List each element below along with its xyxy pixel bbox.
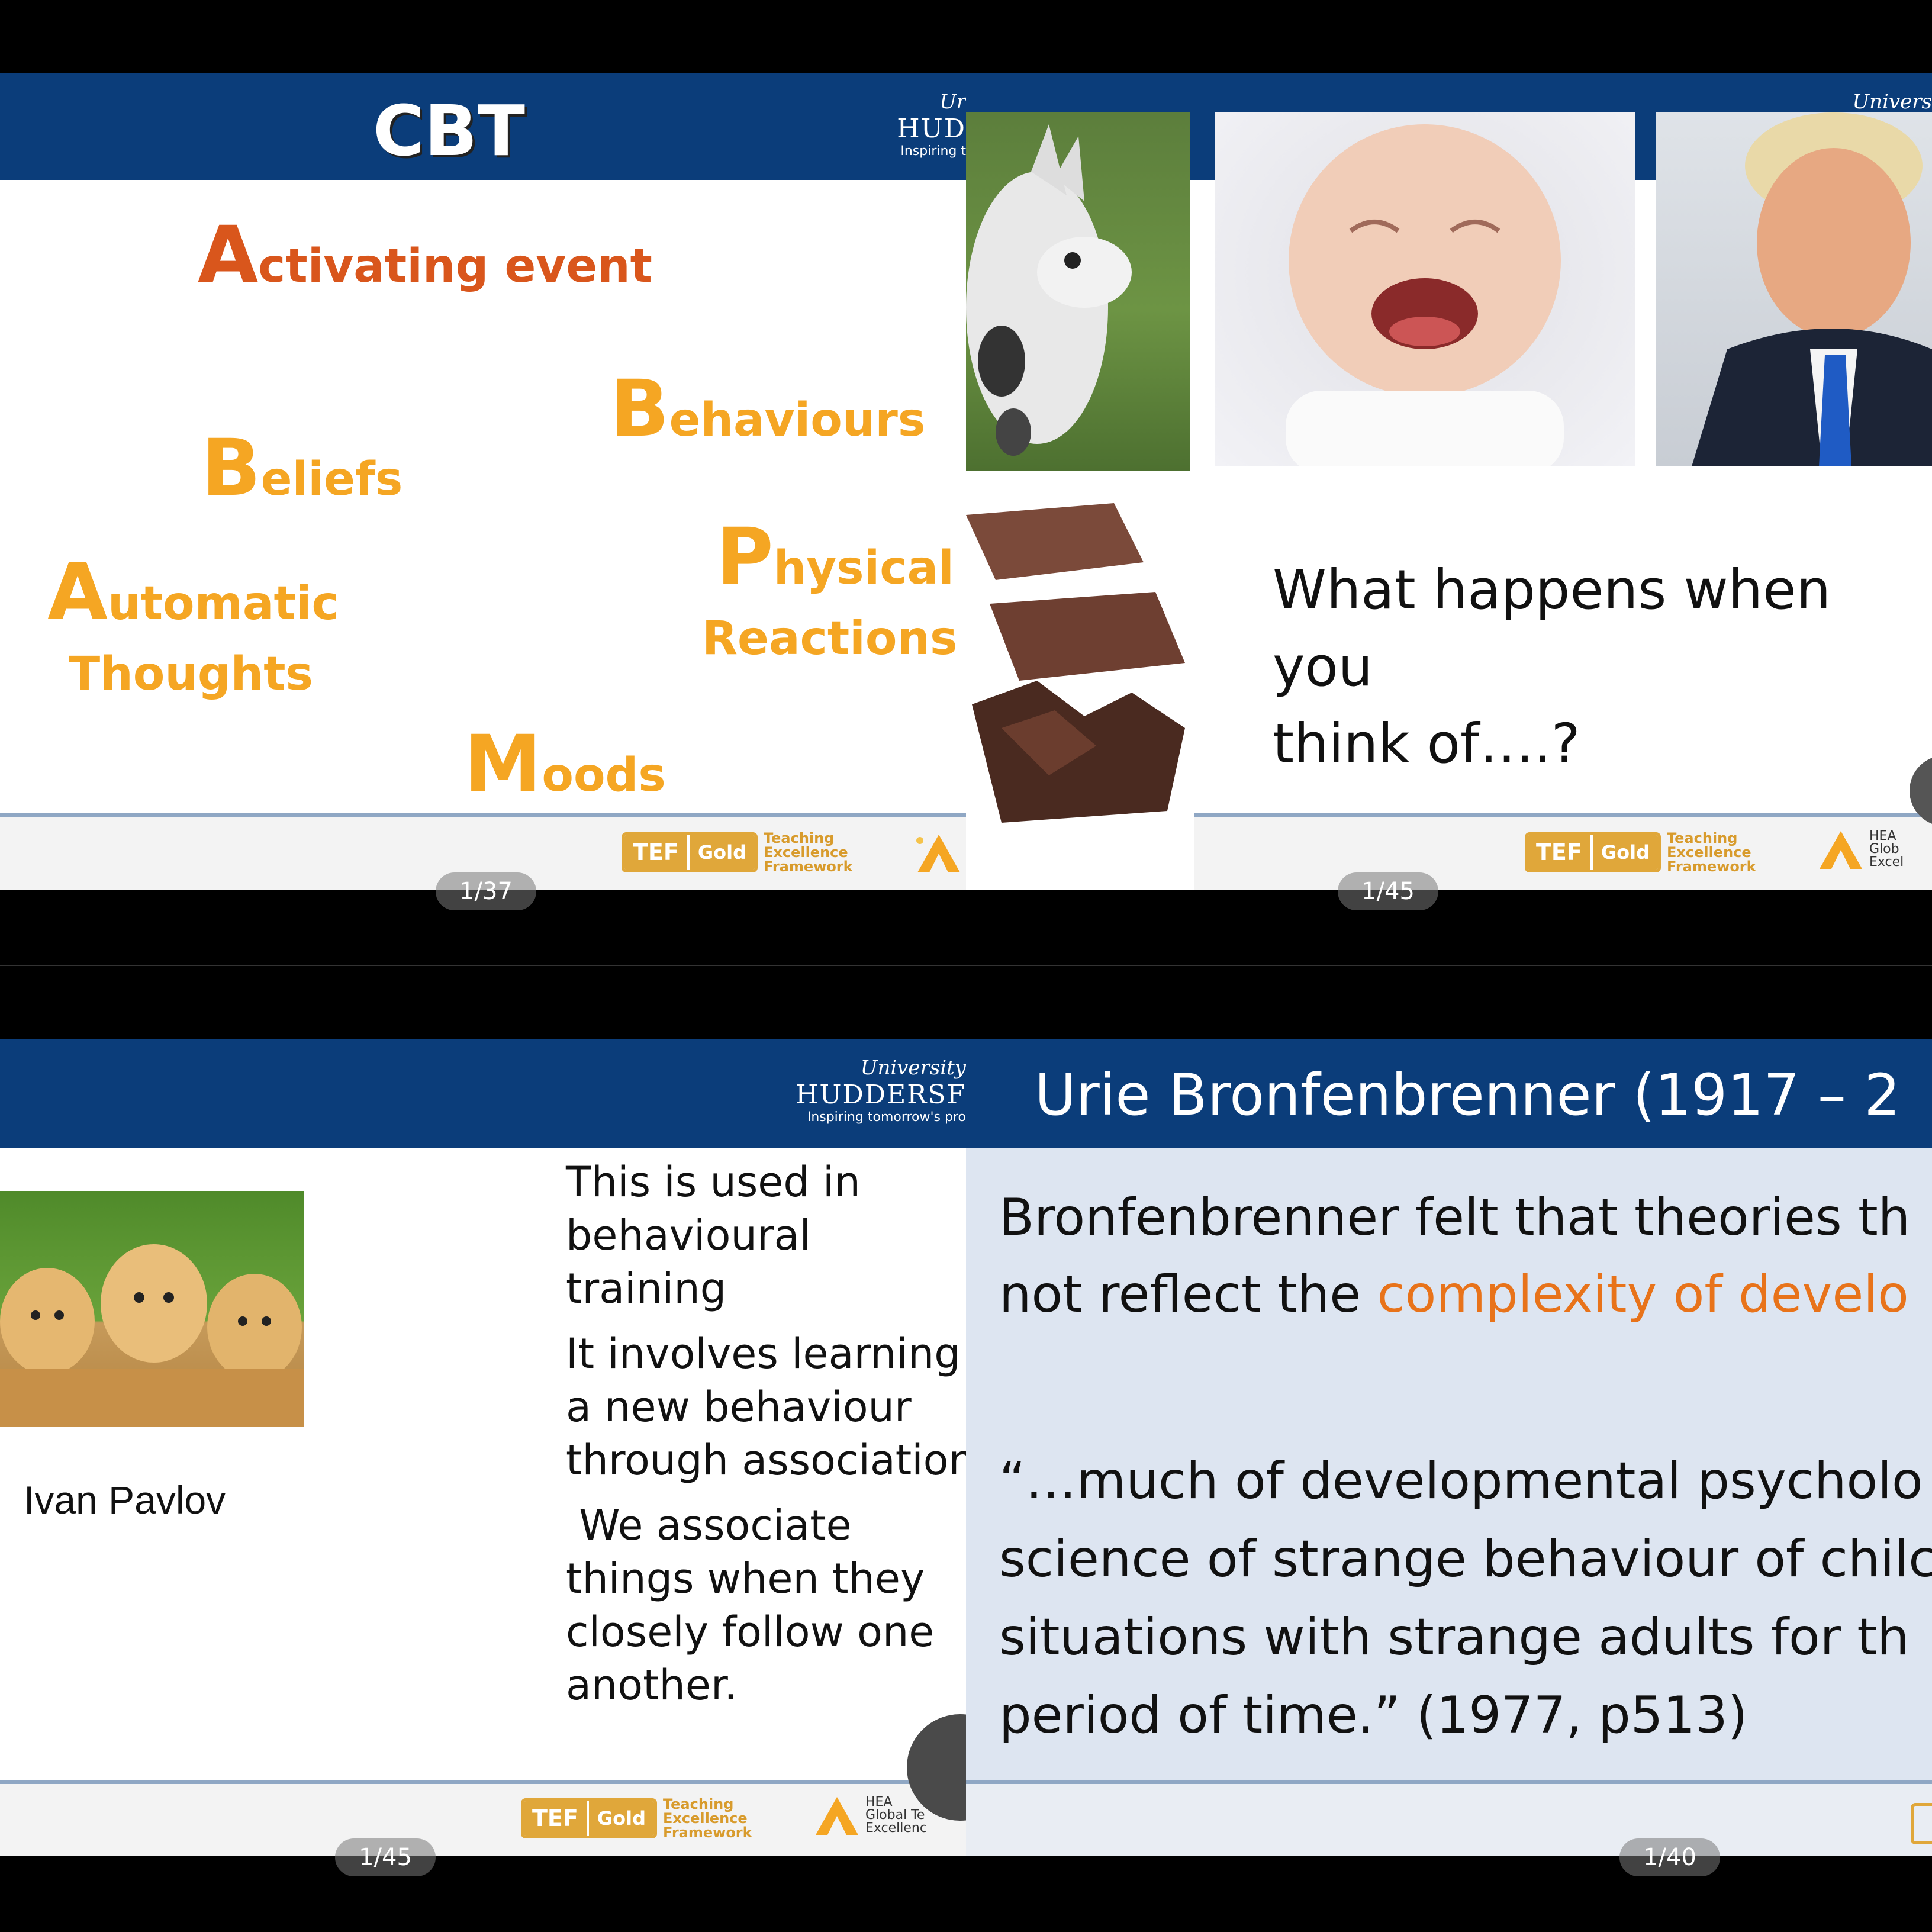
word-beliefs: Beliefs (201, 423, 403, 514)
slide-body-text: Bronfenbrenner felt that theories th not… (999, 1188, 1911, 1324)
paragraph: This is used in behavioural training (566, 1158, 861, 1313)
slide-footer (966, 1780, 1932, 1856)
word-activating-event: Activating event (198, 210, 652, 301)
word-automatic: Automatic (47, 547, 339, 638)
hea-logo (912, 832, 966, 874)
paragraph: It involves learning a new behaviour thr… (566, 1329, 966, 1485)
hea-star-icon (816, 1797, 858, 1835)
tef-gold-logo: TEF Gold Teaching Excellence Framework (622, 831, 853, 874)
slide-title: Urie Bronfenbrenner (1917 – 2 (1035, 1062, 1901, 1128)
hea-star-icon (1820, 831, 1862, 869)
slide-pavlov: University HUDDERSF Inspiring tomorrow's… (0, 1039, 966, 1856)
slide-cbt: CBT Ur HUD Inspiring t Activating event … (0, 73, 966, 890)
page-indicator: 1/45 (1338, 872, 1438, 910)
highlight-text: complexity of develo (1377, 1265, 1909, 1324)
question-text: What happens when you think of….? (1273, 558, 1831, 775)
hea-star-icon (916, 835, 960, 872)
page-indicator: 1/40 (1619, 1838, 1720, 1876)
tef-gold-logo: TEF Gold Teaching Excellence Framework (521, 1797, 752, 1840)
donkey-photo (966, 112, 1190, 471)
image-caption: Ivan Pavlov (24, 1478, 226, 1522)
hea-logo: HEA Global Te Excellenc (811, 1795, 927, 1836)
puppies-photo (0, 1191, 304, 1427)
page-indicator: 1/45 (335, 1838, 436, 1876)
tef-gold-logo: TEF Gold Teaching Excellence Framework (1525, 831, 1756, 874)
university-logo: Ur HUD Inspiring t (897, 90, 966, 159)
university-logo: Univers (1852, 90, 1932, 114)
slide-body-text: This is used in behavioural training It … (566, 1155, 966, 1712)
word-physical: Physical (716, 511, 954, 603)
slide-bronfenbrenner: Urie Bronfenbrenner (1917 – 2 Bronfenbre… (966, 1039, 1932, 1856)
divider (0, 965, 1932, 966)
slide-title: CBT (373, 90, 526, 172)
slide-what-happens: Univers What happens when you think of….… (966, 73, 1932, 890)
paragraph: We associate things when they closely fo… (566, 1501, 948, 1709)
tef-logo-partial (1911, 1803, 1932, 1844)
university-logo: University HUDDERSF Inspiring tomorrow's… (796, 1056, 966, 1125)
politician-photo (1656, 112, 1932, 466)
crying-baby-photo (1215, 112, 1635, 466)
page-indicator: 1/37 (436, 872, 536, 910)
word-reactions: Reactions (702, 612, 958, 665)
hea-logo: HEA Glob Excel (1815, 829, 1904, 870)
word-moods: Moods (464, 719, 666, 810)
quote-text: “…much of developmental psycholo science… (999, 1451, 1932, 1745)
word-behaviours: Behaviours (610, 363, 926, 455)
chocolate-photo (966, 503, 1194, 837)
word-thoughts: Thoughts (69, 648, 313, 701)
